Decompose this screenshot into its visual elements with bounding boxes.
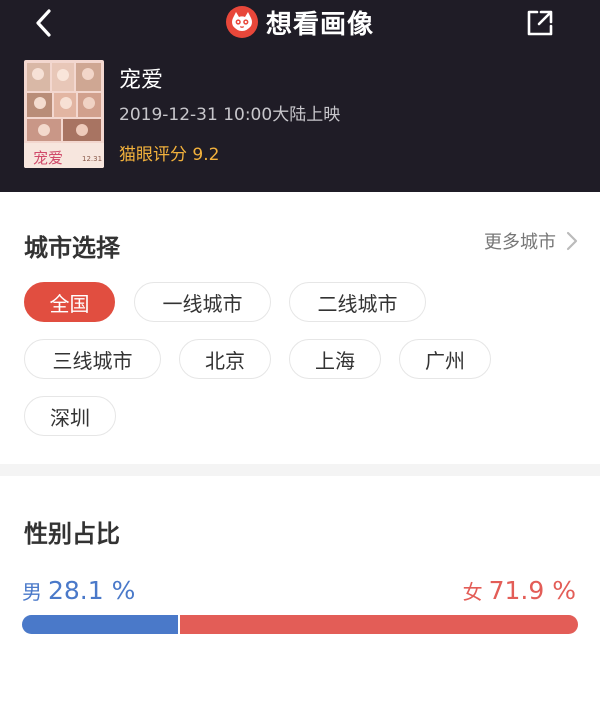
city-chip-tier3[interactable]: 三线城市	[24, 339, 161, 379]
share-external-icon	[527, 10, 553, 36]
gender-ratio-card: 性别占比 男 28.1 % 女 71.9 %	[0, 476, 600, 717]
city-chip-label: 全国	[49, 291, 90, 316]
more-cities-label: 更多城市	[484, 232, 556, 253]
gender-section-title: 性别占比	[24, 520, 120, 548]
male-label: 男	[22, 580, 42, 604]
movie-poster[interactable]: 宠爱 12.31	[24, 60, 104, 168]
movie-rating: 猫眼评分 9.2	[119, 145, 220, 165]
page-title: 想看画像	[265, 9, 374, 40]
male-bar-segment	[22, 615, 179, 634]
share-button[interactable]	[518, 4, 562, 42]
female-ratio: 女 71.9 %	[463, 576, 576, 605]
poster-date: 12.31	[82, 155, 102, 163]
female-value: 71.9 %	[488, 576, 576, 605]
city-chip-shenzhen[interactable]: 深圳	[24, 396, 116, 436]
city-section-title: 城市选择	[24, 234, 120, 262]
city-chip-label: 一线城市	[162, 291, 243, 316]
maoyan-cat-logo	[225, 6, 258, 38]
female-label: 女	[462, 580, 483, 604]
gender-ratio-bar	[22, 615, 578, 634]
city-chip-shanghai[interactable]: 上海	[289, 339, 381, 379]
poster-title: 宠爱	[33, 149, 63, 167]
city-selection-card: 城市选择 更多城市 全国 一线城市 二线城市 三线城市 北京 上海 广州 深圳	[0, 192, 600, 464]
male-ratio: 男 28.1 %	[22, 576, 135, 605]
city-chip-label: 深圳	[50, 405, 90, 430]
female-bar-segment	[178, 615, 578, 634]
movie-header: 想看画像 宠爱 12.31 宠爱 2019-12-31 10:00大陆上映 猫眼…	[0, 0, 600, 192]
movie-release-date: 2019-12-31 10:00大陆上映	[119, 105, 341, 125]
city-chip-guangzhou[interactable]: 广州	[399, 339, 491, 379]
city-chip-label: 上海	[315, 348, 355, 373]
movie-title: 宠爱	[119, 68, 164, 93]
nav-title: 想看画像	[0, 0, 600, 44]
nav-bar: 想看画像	[0, 0, 600, 46]
city-chip-label: 广州	[425, 348, 465, 373]
city-chip-label: 北京	[205, 348, 245, 373]
page: 想看画像 宠爱 12.31 宠爱 2019-12-31 10:00大陆上映 猫眼…	[0, 0, 600, 717]
city-chip-tier1[interactable]: 一线城市	[134, 282, 271, 322]
city-chip-all[interactable]: 全国	[24, 282, 115, 322]
city-chip-beijing[interactable]: 北京	[179, 339, 271, 379]
city-chip-label: 三线城市	[52, 348, 133, 373]
poster-image: 宠爱 12.31	[24, 60, 104, 168]
city-chip-label: 二线城市	[317, 291, 398, 316]
city-chip-tier2[interactable]: 二线城市	[289, 282, 426, 322]
more-cities-link[interactable]: 更多城市	[484, 228, 578, 254]
chevron-right-icon	[566, 231, 578, 251]
male-value: 28.1 %	[48, 576, 136, 605]
